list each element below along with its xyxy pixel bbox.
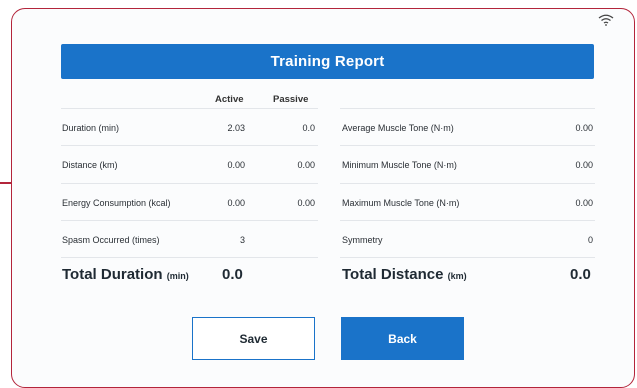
total-duration-text: Total Duration — [62, 266, 163, 283]
back-button-label: Back — [388, 331, 417, 346]
row-label-minimum-muscle-tone: Minimum Muscle Tone (N·m) — [342, 160, 457, 170]
total-distance-label: Total Distance (km) — [342, 266, 467, 283]
average-muscle-tone-value: 0.00 — [575, 123, 593, 133]
left-table-divider — [61, 257, 318, 258]
right-table-divider — [340, 220, 595, 221]
right-table-divider — [340, 257, 595, 258]
row-label-duration: Duration (min) — [62, 123, 120, 133]
column-header-active: Active — [215, 94, 244, 105]
total-distance-value: 0.0 — [570, 266, 591, 283]
row-label-energy: Energy Consumption (kcal) — [62, 198, 171, 208]
left-table-divider — [61, 145, 318, 146]
right-table-divider — [340, 108, 595, 109]
energy-active-value: 0.00 — [227, 198, 245, 208]
total-duration-value: 0.0 — [222, 266, 243, 283]
left-table-divider — [61, 183, 318, 184]
row-label-average-muscle-tone: Average Muscle Tone (N·m) — [342, 123, 454, 133]
wifi-icon — [598, 14, 614, 26]
maximum-muscle-tone-value: 0.00 — [575, 198, 593, 208]
save-button-label: Save — [239, 331, 268, 346]
minimum-muscle-tone-value: 0.00 — [575, 160, 593, 170]
spasm-active-value: 3 — [239, 235, 245, 245]
back-button[interactable]: Back — [341, 317, 464, 360]
distance-passive-value: 0.00 — [297, 160, 315, 170]
right-table-divider — [340, 183, 595, 184]
duration-active-value: 2.03 — [227, 123, 245, 133]
duration-passive-value: 0.0 — [302, 123, 315, 133]
symmetry-value: 0 — [587, 235, 593, 245]
left-table-divider — [61, 108, 318, 109]
save-button[interactable]: Save — [192, 317, 315, 360]
distance-active-value: 0.00 — [227, 160, 245, 170]
row-label-symmetry: Symmetry — [342, 235, 383, 245]
energy-passive-value: 0.00 — [297, 198, 315, 208]
report-title-bar: Training Report — [61, 44, 594, 79]
row-label-spasm: Spasm Occurred (times) — [62, 235, 160, 245]
left-table-divider — [61, 220, 318, 221]
row-label-maximum-muscle-tone: Maximum Muscle Tone (N·m) — [342, 198, 460, 208]
total-duration-unit: (min) — [166, 271, 189, 281]
column-header-passive: Passive — [273, 94, 309, 105]
total-distance-text: Total Distance — [342, 266, 444, 283]
report-title: Training Report — [270, 53, 385, 70]
total-duration-label: Total Duration (min) — [62, 266, 189, 283]
row-label-distance: Distance (km) — [62, 160, 118, 170]
right-table-divider — [340, 145, 595, 146]
total-distance-unit: (km) — [447, 271, 467, 281]
